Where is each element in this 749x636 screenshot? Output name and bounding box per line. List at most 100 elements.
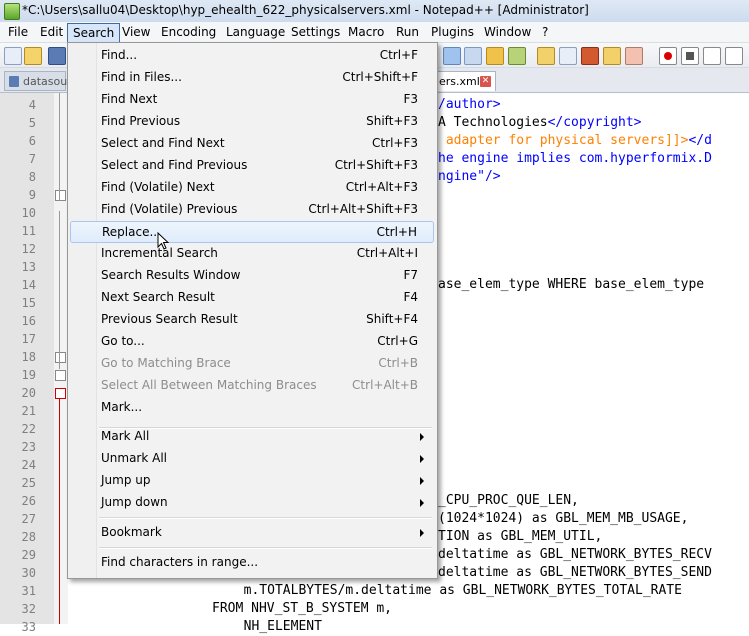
fold-toggle-icon[interactable] [55,388,66,399]
toolbar-icon-d[interactable] [508,47,526,65]
menu-item-find-volatile-previous[interactable]: Find (Volatile) Previous Ctrl+Alt+Shift+F… [70,199,434,221]
menu-item-previous-search-result[interactable]: Previous Search Result Shift+F4 [70,309,434,331]
menu-item-select-and-find-previous[interactable]: Select and Find Previous Ctrl+Shift+F3 [70,155,434,177]
code-token: (1024*1024) as GBL_MEM_MB_USAGE, [438,511,689,526]
menu-item-go-to[interactable]: Go to... Ctrl+G [70,331,434,353]
menu-search[interactable]: Search [67,23,121,43]
menu-item-find-volatile-next[interactable]: Find (Volatile) Next Ctrl+Alt+F3 [70,177,434,199]
macro-playmulti-icon[interactable] [725,47,743,65]
line-number: 26 [21,494,36,508]
menu-item-unmark-all[interactable]: Unmark All [70,448,434,470]
menu-item-find[interactable]: Find... Ctrl+F [70,45,434,67]
menu-file[interactable]: File [3,23,33,41]
menu-item-label: Select All Between Matching Braces [101,378,317,392]
line-number: 33 [21,620,36,634]
menu-item-next-search-result[interactable]: Next Search Result F4 [70,287,434,309]
toolbar-icon-a[interactable] [443,47,461,65]
macro-play-icon[interactable] [703,47,721,65]
menu-view[interactable]: View [117,23,155,41]
fold-toggle-icon[interactable] [55,190,66,201]
tab-datasource[interactable]: datasourc [4,71,78,91]
tab-physicalservers[interactable]: ers.xml ✕ [436,71,496,91]
menu-item-label: Find Previous [101,114,181,128]
open-file-icon[interactable] [24,47,42,65]
code-token: m.TOTALBYTES/m.deltatime as GBL_NETWORK_… [228,583,682,598]
line-number: 13 [21,260,36,274]
menu-item-mark-all[interactable]: Mark All [70,426,434,448]
toolbar-icon-e[interactable] [537,47,555,65]
save-file-icon[interactable] [48,47,66,65]
line-number: 5 [28,116,36,130]
fold-toggle-icon[interactable] [55,352,66,363]
close-tab-icon[interactable]: ✕ [480,76,491,87]
code-line: /author> [438,96,501,114]
menu-item-bookmark[interactable]: Bookmark [70,522,434,544]
code-token: _CPU_PROC_QUE_LEN, [438,493,579,508]
notepadpp-app-icon [4,3,20,20]
menu-item-shortcut: Ctrl+F [379,48,418,62]
menu-item-shortcut: Ctrl+Alt+F3 [345,180,418,194]
menu-item-shortcut: Ctrl+F3 [372,136,418,150]
toolbar-icon-f[interactable] [559,47,577,65]
menu-item-jump-up[interactable]: Jump up [70,470,434,492]
menu-item-label: Jump up [101,473,151,487]
toolbar-icon-b[interactable] [464,47,482,65]
menu-item-label: Select and Find Previous [101,158,248,172]
menu-item-shortcut: Ctrl+Alt+B [352,378,418,392]
menu-item-search-results-window[interactable]: Search Results Window F7 [70,265,434,287]
menu-item-label: Find characters in range... [101,555,259,569]
menu-bar: File Edit Search View Encoding Language Settin… [0,22,749,43]
code-token: NH_ELEMENT [228,619,322,634]
menu-settings[interactable]: Settings [286,23,345,41]
fold-toggle-icon[interactable] [55,370,66,381]
code-token: deltatime as GBL_NETWORK_BYTES_RECV [438,547,712,562]
menu-run[interactable]: Run [391,23,424,41]
new-file-icon[interactable] [4,47,22,65]
menu-plugins[interactable]: Plugins [426,23,479,41]
menu-item-replace[interactable]: Replace... Ctrl+H [70,221,434,243]
code-token: FROM NHV_ST_B_SYSTEM m, [212,601,393,616]
line-number: 6 [28,134,36,148]
menu-item-select-and-find-next[interactable]: Select and Find Next Ctrl+F3 [70,133,434,155]
menu-item-incremental-search[interactable]: Incremental Search Ctrl+Alt+I [70,243,434,265]
toolbar-icon-g[interactable] [581,47,599,65]
line-number: 20 [21,386,36,400]
toolbar-icon-h[interactable] [603,47,621,65]
menu-item-shortcut: F3 [403,92,418,106]
menu-item-label: Next Search Result [101,290,215,304]
file-icon [9,76,19,87]
menu-item-shortcut: Ctrl+B [378,356,418,370]
menu-item-label: Find... [101,48,138,62]
line-number: 4 [28,98,36,112]
fold-line [59,211,60,369]
macro-stop-icon[interactable] [681,47,699,65]
menu-item-shortcut: Shift+F3 [366,114,418,128]
menu-item-find-in-files[interactable]: Find in Files... Ctrl+Shift+F [70,67,434,89]
code-token: </copyright> [547,115,642,130]
menu-item-find-characters-in-range[interactable]: Find characters in range... [70,552,434,574]
menu-window[interactable]: Window [479,23,536,41]
menu-edit[interactable]: Edit [35,23,68,41]
menu-language[interactable]: Language [221,23,290,41]
menu-item-mark[interactable]: Mark... [70,397,434,419]
macro-record-icon[interactable] [659,47,677,65]
code-line: he engine implies com.hyperformix.D [438,150,712,168]
code-token: /author> [438,97,501,112]
line-number: 9 [28,188,36,202]
code-line: m.TOTALBYTES/m.deltatime as GBL_NETWORK_… [228,582,682,600]
menu-macro[interactable]: Macro [343,23,389,41]
menu-item-shortcut: Ctrl+Alt+Shift+F3 [308,202,418,216]
menu-item-label: Find (Volatile) Next [101,180,215,194]
line-number: 29 [21,548,36,562]
menu-item-find-next[interactable]: Find Next F3 [70,89,434,111]
menu-item-jump-down[interactable]: Jump down [70,492,434,514]
menu-encoding[interactable]: Encoding [156,23,221,41]
menu-item-find-previous[interactable]: Find Previous Shift+F3 [70,111,434,133]
line-number: 21 [21,404,36,418]
toolbar-icon-c[interactable] [486,47,504,65]
menu-item-label: Select and Find Next [101,136,225,150]
menu-help[interactable]: ? [537,23,553,41]
line-number: 18 [21,350,36,364]
toolbar-icon-i[interactable] [625,47,643,65]
menu-item-label: Previous Search Result [101,312,238,326]
